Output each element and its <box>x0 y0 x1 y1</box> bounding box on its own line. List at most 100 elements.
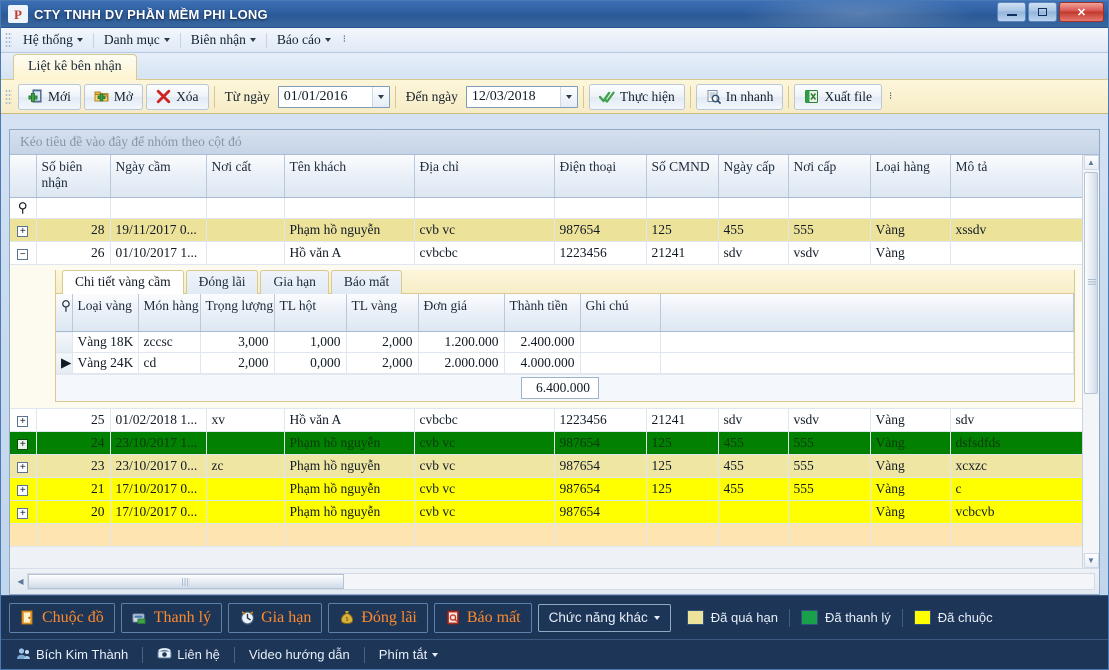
menu-overflow-icon[interactable]: ⁝ <box>343 35 346 45</box>
group-by-panel[interactable]: Kéo tiêu đề vào đây để nhóm theo cột đó <box>10 130 1099 155</box>
menu-item-he-thong[interactable]: Hệ thống <box>15 29 91 51</box>
from-date-value[interactable]: 01/01/2016 <box>279 89 372 105</box>
close-button[interactable]: ✕ <box>1059 2 1104 22</box>
other-functions-button[interactable]: Chức năng khác <box>537 603 671 632</box>
scroll-down-icon[interactable]: ▼ <box>1083 553 1099 568</box>
expand-icon[interactable]: + <box>17 416 29 427</box>
filter-cell[interactable] <box>206 197 285 219</box>
expand-icon[interactable]: + <box>17 508 29 519</box>
horizontal-scroll-thumb[interactable] <box>28 574 344 589</box>
menu-item-bien-nhan[interactable]: Biên nhận <box>183 29 264 51</box>
row-expander-cell[interactable]: + <box>10 477 37 501</box>
column-header-so-bien-nhan[interactable]: Số biên nhận <box>36 155 111 198</box>
table-row[interactable]: + 23 23/10/2017 0... zc Phạm hồ nguyễn c… <box>10 454 1082 478</box>
filter-cell[interactable] <box>554 197 647 219</box>
table-row-partial[interactable] <box>10 523 1082 547</box>
detail-column-thanh-tien[interactable]: Thành tiền <box>504 293 581 332</box>
minimize-button[interactable] <box>997 2 1026 22</box>
column-header-dien-thoai[interactable]: Điện thoại <box>554 155 647 198</box>
vertical-scroll-track[interactable] <box>1082 170 1099 553</box>
from-date-picker[interactable]: 01/01/2016 <box>277 85 390 108</box>
table-row-selected[interactable]: + 24 23/10/2017 1... Phạm hồ nguyễn cvb … <box>10 431 1082 455</box>
expand-icon[interactable]: + <box>17 485 29 496</box>
row-expander-cell[interactable]: + <box>10 431 37 455</box>
detail-column-don-gia[interactable]: Đơn giá <box>418 293 505 332</box>
grid-vertical-scrollbar[interactable]: ▲ ▼ <box>1082 155 1099 568</box>
filter-cell[interactable] <box>950 197 1082 219</box>
expand-icon[interactable]: + <box>17 439 29 450</box>
vertical-scroll-thumb[interactable] <box>1083 172 1098 394</box>
maximize-button[interactable] <box>1028 2 1057 22</box>
column-header-ngay-cap[interactable]: Ngày cấp <box>718 155 789 198</box>
detail-tab-dong-lai[interactable]: Đóng lãi <box>185 269 259 294</box>
table-row[interactable]: + 25 01/02/2018 1... xv Hồ văn A cvbcbc … <box>10 408 1082 432</box>
current-user[interactable]: Bích Kim Thành <box>11 645 133 665</box>
filter-cell[interactable] <box>110 197 207 219</box>
scroll-up-icon[interactable]: ▲ <box>1083 155 1099 170</box>
redeem-button[interactable]: Chuộc đồ <box>9 602 115 633</box>
export-file-button[interactable]: Xuất file <box>794 83 883 110</box>
column-header-noi-cap[interactable]: Nơi cấp <box>788 155 871 198</box>
liquidate-button[interactable]: Thanh lý <box>120 602 223 633</box>
detail-column-mon-hang[interactable]: Món hàng <box>138 293 201 332</box>
toolbar-overflow-icon[interactable]: ⁝ <box>889 91 892 102</box>
expand-icon[interactable]: + <box>17 462 29 473</box>
filter-cell[interactable] <box>718 197 789 219</box>
filter-cell[interactable] <box>646 197 719 219</box>
menu-item-danh-muc[interactable]: Danh mục <box>96 29 178 51</box>
extend-button[interactable]: Gia hạn <box>228 602 323 633</box>
contact-link[interactable]: Liên hệ <box>152 645 225 665</box>
pay-interest-button[interactable]: $ Đóng lãi <box>328 602 428 633</box>
table-row[interactable]: − 26 01/10/2017 1... Hồ văn A cvbcbc 122… <box>10 241 1082 265</box>
collapse-icon[interactable]: − <box>17 248 29 260</box>
new-button[interactable]: Mới <box>18 83 81 110</box>
delete-button[interactable]: Xóa <box>146 83 209 110</box>
detail-column-ghi-chu[interactable]: Ghi chú <box>580 293 661 332</box>
column-header-noi-cat[interactable]: Nơi cất <box>206 155 285 198</box>
row-expander-cell[interactable]: + <box>10 218 37 242</box>
quick-print-button[interactable]: In nhanh <box>695 83 784 110</box>
row-expander-cell[interactable]: + <box>10 500 37 524</box>
to-date-picker[interactable]: 12/03/2018 <box>465 85 578 108</box>
table-row[interactable]: + 21 17/10/2017 0... Phạm hồ nguyễn cvb … <box>10 477 1082 501</box>
detail-column-trong-luong[interactable]: Trọng lượng <box>200 293 275 332</box>
detail-table-row[interactable]: ▶ Vàng 24K cd 2,000 0,000 2,000 2.000.00… <box>56 352 1074 374</box>
toolbar-drag-grip[interactable] <box>5 88 12 105</box>
report-loss-button[interactable]: Báo mất <box>433 602 532 633</box>
shortcuts-menu[interactable]: Phím tắt <box>374 645 443 664</box>
filter-cell[interactable] <box>284 197 415 219</box>
column-header-dia-chi[interactable]: Địa chỉ <box>414 155 555 198</box>
to-date-dropdown-icon[interactable] <box>559 86 577 107</box>
table-row[interactable]: + 28 19/11/2017 0... Phạm hồ nguyễn cvb … <box>10 218 1082 242</box>
menu-drag-grip[interactable] <box>5 32 12 48</box>
row-expander-cell[interactable]: + <box>10 454 37 478</box>
filter-row[interactable]: ⚲ <box>10 197 1082 219</box>
column-header-ngay-cam[interactable]: Ngày cầm <box>110 155 207 198</box>
grid-horizontal-scrollbar[interactable]: ◀ <box>10 568 1099 594</box>
detail-tab-chi-tiet-vang-cam[interactable]: Chi tiết vàng cầm <box>62 269 184 294</box>
scroll-left-icon[interactable]: ◀ <box>14 574 27 589</box>
detail-column-loai-vang[interactable]: Loại vàng <box>72 293 139 332</box>
row-expander-cell[interactable]: + <box>10 408 37 432</box>
row-collapse-cell[interactable]: − <box>10 241 37 265</box>
detail-tab-bao-mat[interactable]: Báo mất <box>330 269 403 294</box>
tab-liet-ke-ben-nhan[interactable]: Liệt kê bên nhận <box>13 54 137 80</box>
open-button[interactable]: Mở <box>83 83 144 110</box>
execute-button[interactable]: Thực hiện <box>588 83 685 110</box>
detail-column-tl-hot[interactable]: TL hột <box>274 293 347 332</box>
column-header-loai-hang[interactable]: Loại hàng <box>870 155 951 198</box>
detail-tab-gia-han[interactable]: Gia hạn <box>260 269 329 294</box>
video-guide-link[interactable]: Video hướng dẫn <box>244 645 355 664</box>
horizontal-scroll-track[interactable] <box>27 573 1095 590</box>
table-row[interactable]: + 20 17/10/2017 0... Phạm hồ nguyễn cvb … <box>10 500 1082 524</box>
expand-icon[interactable]: + <box>17 225 29 237</box>
column-header-ten-khach[interactable]: Tên khách <box>284 155 415 198</box>
row-expander-cell[interactable] <box>10 523 37 547</box>
filter-cell[interactable] <box>870 197 951 219</box>
from-date-dropdown-icon[interactable] <box>371 86 389 107</box>
column-header-so-cmnd[interactable]: Số CMND <box>646 155 719 198</box>
filter-cell[interactable] <box>788 197 871 219</box>
detail-table-row[interactable]: Vàng 18K zccsc 3,000 1,000 2,000 1.200.0… <box>56 331 1074 353</box>
filter-cell[interactable] <box>414 197 555 219</box>
detail-column-tl-vang[interactable]: TL vàng <box>346 293 419 332</box>
